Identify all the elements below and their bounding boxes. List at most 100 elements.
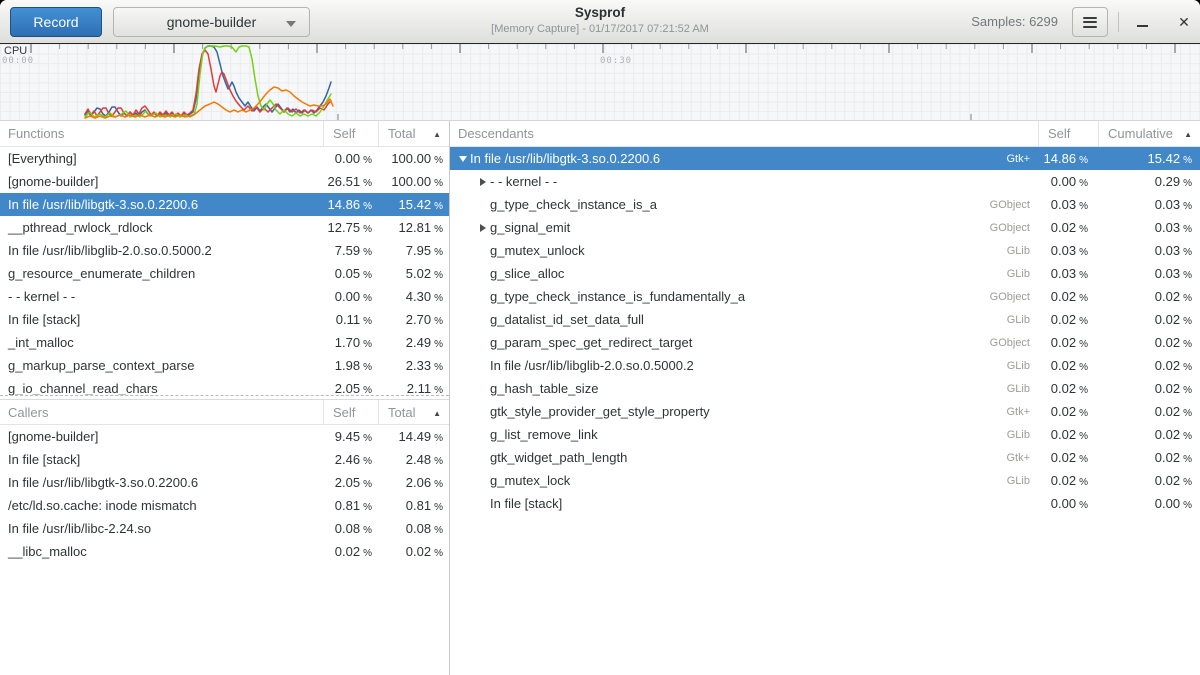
percent-value: 0.00 bbox=[1051, 496, 1076, 511]
table-row[interactable]: g_io_channel_read_chars2.05%2.11% bbox=[0, 377, 449, 395]
tree-row[interactable]: gtk_widget_path_lengthGtk+0.02%0.02% bbox=[450, 446, 1200, 469]
function-name: In file /usr/lib/libgtk-3.so.0.2200.6 bbox=[0, 475, 323, 490]
sort-ascending-icon: ▲ bbox=[1184, 130, 1192, 139]
table-row[interactable]: In file [stack]0.11%2.70% bbox=[0, 308, 449, 331]
function-name: [Everything] bbox=[0, 151, 323, 166]
expander-open-icon[interactable] bbox=[456, 156, 470, 162]
sort-ascending-icon: ▲ bbox=[433, 130, 441, 139]
self-column-label: Self bbox=[1048, 126, 1070, 141]
percent-value: 0.02 bbox=[1051, 404, 1076, 419]
table-row[interactable]: In file [stack]2.46%2.48% bbox=[0, 448, 449, 471]
expander-closed-icon[interactable] bbox=[476, 224, 490, 232]
total-percent: 7.95% bbox=[378, 243, 449, 258]
tree-row[interactable]: gtk_style_provider_get_style_propertyGtk… bbox=[450, 400, 1200, 423]
expander-closed-icon[interactable] bbox=[476, 178, 490, 186]
tree-row[interactable]: g_param_spec_get_redirect_targetGObject0… bbox=[450, 331, 1200, 354]
target-select[interactable]: gnome-builder bbox=[113, 7, 310, 37]
tree-row[interactable]: In file [stack]0.00%0.00% bbox=[450, 492, 1200, 515]
table-row[interactable]: [gnome-builder]9.45%14.49% bbox=[0, 425, 449, 448]
percent-value: 0.00 bbox=[1155, 496, 1180, 511]
self-percent: 0.03% bbox=[1038, 197, 1098, 212]
table-row[interactable]: /etc/ld.so.cache: inode mismatch0.81%0.8… bbox=[0, 494, 449, 517]
self-column-header[interactable]: Self bbox=[323, 121, 378, 146]
percent-sign: % bbox=[363, 502, 372, 513]
table-row[interactable]: - - kernel - -0.00%4.30% bbox=[0, 285, 449, 308]
functions-column-header[interactable]: Functions bbox=[0, 126, 323, 141]
menu-button[interactable] bbox=[1072, 7, 1108, 37]
percent-value: 2.49 bbox=[406, 335, 431, 350]
self-percent: 0.05% bbox=[323, 266, 378, 281]
function-name: g_hash_table_size bbox=[490, 381, 968, 396]
total-column-header[interactable]: Total ▲ bbox=[378, 400, 449, 424]
tree-row[interactable]: g_slice_allocGLib0.03%0.03% bbox=[450, 262, 1200, 285]
table-row[interactable]: g_markup_parse_context_parse1.98%2.33% bbox=[0, 354, 449, 377]
percent-value: 2.06 bbox=[406, 475, 431, 490]
cumulative-column-header[interactable]: Cumulative ▲ bbox=[1098, 121, 1200, 146]
library-badge: GObject bbox=[968, 222, 1038, 234]
self-percent: 0.02% bbox=[1038, 289, 1098, 304]
minimize-button[interactable] bbox=[1128, 8, 1156, 36]
self-column-header[interactable]: Self bbox=[1038, 121, 1098, 146]
tree-row[interactable]: g_list_remove_linkGLib0.02%0.02% bbox=[450, 423, 1200, 446]
tree-row[interactable]: In file /usr/lib/libgtk-3.so.0.2200.6Gtk… bbox=[450, 147, 1200, 170]
table-row[interactable]: In file /usr/lib/libglib-2.0.so.0.5000.2… bbox=[0, 239, 449, 262]
table-row[interactable]: In file /usr/lib/libgtk-3.so.0.2200.6 2.0… bbox=[0, 471, 449, 494]
functions-table-header: Functions Self Total ▲ bbox=[0, 121, 449, 147]
table-row[interactable]: __pthread_rwlock_rdlock12.75%12.81% bbox=[0, 216, 449, 239]
cumulative-percent: 0.03% bbox=[1098, 220, 1200, 235]
self-percent: 0.00% bbox=[1038, 496, 1098, 511]
table-row[interactable]: _int_malloc1.70%2.49% bbox=[0, 331, 449, 354]
percent-sign: % bbox=[1079, 293, 1088, 304]
self-percent: 2.46% bbox=[323, 452, 378, 467]
tree-row[interactable]: g_mutex_lockGLib0.02%0.02% bbox=[450, 469, 1200, 492]
tree-row[interactable]: g_mutex_unlockGLib0.03%0.03% bbox=[450, 239, 1200, 262]
descendants-table-header: Descendants Self Cumulative ▲ bbox=[450, 121, 1200, 147]
percent-sign: % bbox=[1079, 178, 1088, 189]
descendants-panel: Descendants Self Cumulative ▲ In file /u… bbox=[450, 121, 1200, 675]
total-percent: 0.02% bbox=[378, 544, 449, 559]
percent-sign: % bbox=[1079, 477, 1088, 488]
tree-row[interactable]: g_type_check_instance_is_aGObject0.03%0.… bbox=[450, 193, 1200, 216]
tree-row[interactable]: g_datalist_id_set_data_fullGLib0.02%0.02… bbox=[450, 308, 1200, 331]
total-column-header[interactable]: Total ▲ bbox=[378, 121, 449, 146]
descendants-column-header[interactable]: Descendants bbox=[450, 126, 1038, 141]
cpu-graph[interactable]: CPU 00:00 00:30 bbox=[0, 44, 1200, 121]
percent-value: 0.05 bbox=[335, 266, 360, 281]
functions-row-list: [Everything]0.00%100.00%[gnome-builder]2… bbox=[0, 147, 449, 395]
table-row[interactable]: [gnome-builder]26.51%100.00% bbox=[0, 170, 449, 193]
percent-sign: % bbox=[1183, 201, 1192, 212]
total-percent: 100.00% bbox=[378, 151, 449, 166]
table-row[interactable]: [Everything]0.00%100.00% bbox=[0, 147, 449, 170]
callers-column-header[interactable]: Callers bbox=[0, 405, 323, 420]
function-name: g_resource_enumerate_children bbox=[0, 266, 323, 281]
percent-sign: % bbox=[1183, 385, 1192, 396]
record-button[interactable]: Record bbox=[10, 7, 102, 37]
self-percent: 26.51% bbox=[323, 174, 378, 189]
samples-count: Samples: 6299 bbox=[971, 14, 1058, 29]
tree-row[interactable]: g_type_check_instance_is_fundamentally_a… bbox=[450, 285, 1200, 308]
table-row[interactable]: __libc_malloc0.02%0.02% bbox=[0, 540, 449, 563]
percent-value: 15.42 bbox=[1148, 151, 1181, 166]
percent-sign: % bbox=[1079, 500, 1088, 511]
library-badge: GLib bbox=[968, 245, 1038, 257]
table-row[interactable]: g_resource_enumerate_children0.05%5.02% bbox=[0, 262, 449, 285]
tree-row[interactable]: - - kernel - -0.00%0.29% bbox=[450, 170, 1200, 193]
percent-sign: % bbox=[434, 270, 443, 281]
self-column-header[interactable]: Self bbox=[323, 400, 378, 424]
self-percent: 0.02% bbox=[1038, 358, 1098, 373]
function-name: In file [stack] bbox=[490, 496, 968, 511]
percent-sign: % bbox=[1183, 224, 1192, 235]
tree-row[interactable]: In file /usr/lib/libglib-2.0.so.0.5000.2… bbox=[450, 354, 1200, 377]
function-name: - - kernel - - bbox=[490, 174, 968, 189]
function-name: __pthread_rwlock_rdlock bbox=[0, 220, 323, 235]
tree-row[interactable]: g_hash_table_sizeGLib0.02%0.02% bbox=[450, 377, 1200, 400]
percent-sign: % bbox=[1183, 408, 1192, 419]
percent-value: 0.02 bbox=[1051, 289, 1076, 304]
close-button[interactable]: ✕ bbox=[1170, 8, 1198, 36]
app-title: Sysprof bbox=[491, 5, 709, 20]
percent-sign: % bbox=[1183, 431, 1192, 442]
table-row[interactable]: In file /usr/lib/libc-2.24.so0.08%0.08% bbox=[0, 517, 449, 540]
tree-row[interactable]: g_signal_emitGObject0.02%0.03% bbox=[450, 216, 1200, 239]
cumulative-percent: 0.02% bbox=[1098, 312, 1200, 327]
table-row[interactable]: In file /usr/lib/libgtk-3.so.0.2200.614.… bbox=[0, 193, 449, 216]
